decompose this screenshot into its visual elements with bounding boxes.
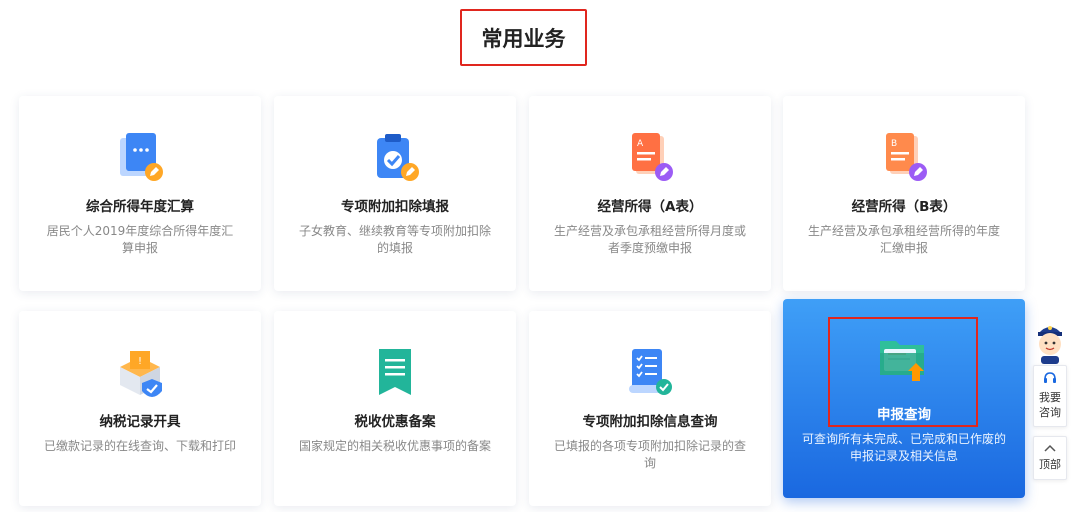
card-title: 专项附加扣除填报 — [341, 199, 449, 215]
card-desc: 可查询所有未完成、已完成和已作废的申报记录及相关信息 — [801, 432, 1006, 463]
tax-record-box-icon: ! — [120, 351, 162, 397]
chevron-up-icon — [1044, 444, 1056, 452]
card-desc: 子女教育、继续教育等专项附加扣除的填报 — [298, 224, 491, 255]
checklist-scroll-icon — [629, 349, 672, 395]
top-label: 顶部 — [1039, 458, 1061, 471]
card-annual-settlement[interactable]: 综合所得年度汇算 居民个人2019年度综合所得年度汇算申报 — [19, 96, 261, 291]
card-title: 综合所得年度汇算 — [86, 199, 194, 215]
back-to-top-button[interactable]: 顶部 — [1033, 436, 1067, 480]
card-title: 经营所得（B表） — [851, 199, 957, 215]
card-business-income-a[interactable]: A 经营所得（A表） 生产经营及承包承租经营所得月度或者季度预缴申报 — [529, 96, 771, 291]
bookmark-list-icon — [379, 349, 411, 395]
side-widget: 我要 咨询 顶部 — [1033, 320, 1067, 480]
card-title: 经营所得（A表） — [597, 199, 703, 215]
card-desc: 国家规定的相关税收优惠事项的备案 — [298, 439, 491, 453]
document-edit-icon — [120, 133, 163, 181]
consult-label-1: 我要 — [1039, 391, 1061, 404]
card-special-deduction-query[interactable]: 专项附加扣除信息查询 已填报的各项专项附加扣除记录的查询 — [529, 311, 771, 506]
form-badge: B — [891, 139, 897, 149]
card-title: 专项附加扣除信息查询 — [582, 414, 718, 430]
svg-text:!: ! — [138, 356, 142, 367]
card-tax-incentive-filing[interactable]: 税收优惠备案 国家规定的相关税收优惠事项的备案 — [274, 311, 516, 506]
form-badge: A — [637, 139, 644, 149]
consult-button[interactable]: 我要 咨询 — [1033, 365, 1067, 427]
form-a-icon: A — [632, 133, 673, 181]
clipboard-check-icon — [377, 134, 419, 181]
headset-icon — [1044, 372, 1056, 383]
card-special-deduction-fill[interactable]: 专项附加扣除填报 子女教育、继续教育等专项附加扣除的填报 — [274, 96, 516, 291]
card-desc: 已缴款记录的在线查询、下载和打印 — [43, 439, 236, 453]
card-desc: 生产经营及承包承租经营所得月度或者季度预缴申报 — [553, 224, 746, 255]
police-mascot-icon — [1038, 326, 1062, 364]
card-title: 税收优惠备案 — [354, 414, 436, 430]
card-title: 纳税记录开具 — [99, 414, 181, 430]
card-desc: 居民个人2019年度综合所得年度汇算申报 — [46, 224, 234, 255]
card-desc: 生产经营及承包承租经营所得的年度汇缴申报 — [807, 224, 1000, 255]
card-desc: 已填报的各项专项附加扣除记录的查询 — [553, 439, 746, 470]
form-b-icon: B — [886, 133, 927, 181]
highlight-annotation — [828, 317, 978, 427]
card-tax-record[interactable]: ! 纳税记录开具 已缴款记录的在线查询、下载和打印 — [19, 311, 261, 506]
section-title-text: 常用业务 — [481, 26, 566, 51]
section-title: 常用业务 — [460, 9, 587, 66]
consult-label-2: 咨询 — [1039, 406, 1061, 419]
card-business-income-b[interactable]: B 经营所得（B表） 生产经营及承包承租经营所得的年度汇缴申报 — [783, 96, 1025, 291]
